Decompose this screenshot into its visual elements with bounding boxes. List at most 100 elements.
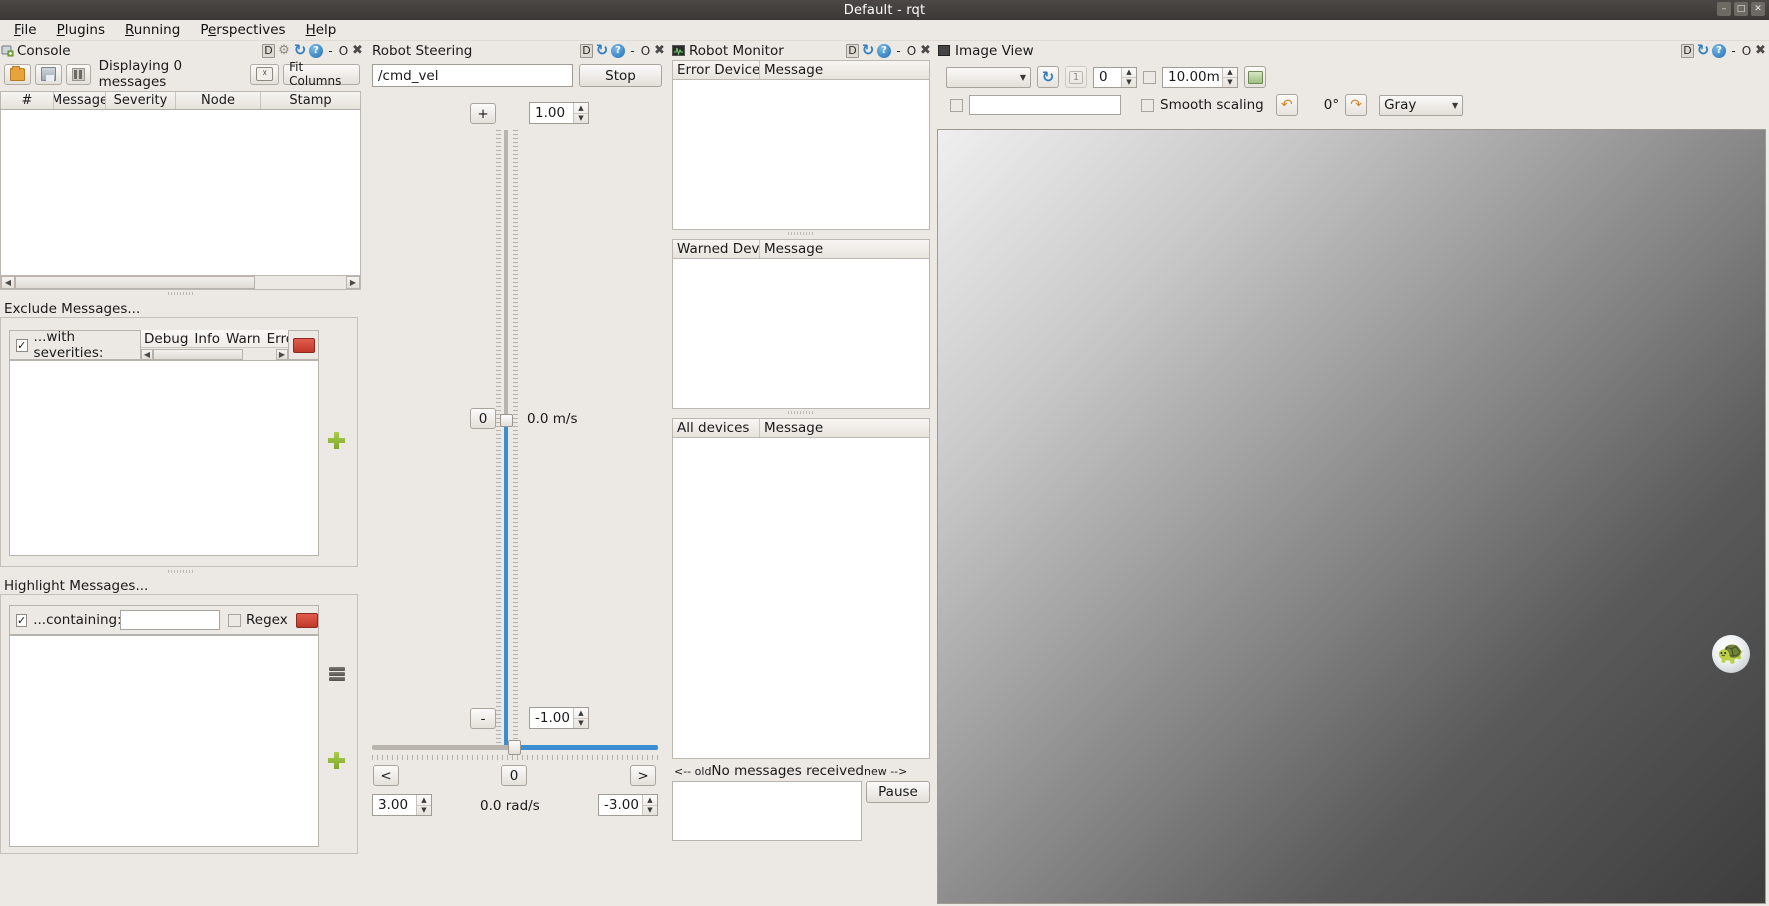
highlight-stack-button[interactable] [326,663,347,683]
cmd-vel-topic-input[interactable]: /cmd_vel [372,64,573,87]
publish-topic-input[interactable] [969,95,1121,115]
highlight-containing-checkbox[interactable]: ✓ [16,613,28,627]
severity-scroll-track[interactable] [153,348,276,360]
add-highlight-filter-button[interactable] [326,750,347,771]
save-image-button[interactable] [1244,66,1266,88]
frame-number-button[interactable]: 1 [1065,66,1087,88]
highlight-filter-list[interactable] [9,635,319,847]
error-device-column[interactable]: Error Device [673,61,760,79]
warned-message-column[interactable]: Message [760,240,929,258]
console-reload-icon[interactable]: ↻ [293,43,307,58]
monitor-splitter-1[interactable] [672,231,930,236]
exclude-filter-list[interactable] [9,360,319,556]
linear-max-down-arrow-icon[interactable]: ▼ [574,114,588,124]
console-clear-button[interactable]: ☓ [250,63,280,85]
image-refresh-button[interactable]: ↻ [1037,66,1059,88]
console-help-icon[interactable]: ? [309,43,323,58]
angular-slider-handle[interactable] [508,740,521,755]
image-index-down-arrow-icon[interactable]: ▼ [1122,78,1136,87]
angular-max-up-arrow-icon[interactable]: ▲ [417,795,431,806]
all-devices-list[interactable] [672,438,930,759]
rotate-ccw-button[interactable]: ↶ [1275,94,1298,116]
column-header-stamp[interactable]: Stamp [261,92,360,109]
steering-reload-icon[interactable]: ↻ [595,43,609,58]
scroll-right-arrow-icon[interactable]: ▶ [346,276,360,289]
image-canvas[interactable]: 🐢 [937,129,1766,904]
range-up-arrow-icon[interactable]: ▲ [1223,68,1237,78]
imageview-close-button[interactable]: ✖ [1754,44,1767,57]
scroll-track[interactable] [15,276,346,289]
imageview-help-icon[interactable]: ? [1712,43,1726,58]
monitor-titlebar[interactable]: Robot Monitor D ↻ ? - O ✖ [668,41,934,60]
monitor-help-icon[interactable]: ? [877,43,891,58]
all-devices-column[interactable]: All devices [673,419,760,437]
monitor-splitter-2[interactable] [672,410,930,415]
angular-max-down-arrow-icon[interactable]: ▼ [417,806,431,816]
steering-float-button[interactable]: O [640,45,651,57]
console-minimize-button[interactable]: - [325,45,336,57]
angular-min-up-arrow-icon[interactable]: ▲ [643,795,657,806]
monitor-dock-button[interactable]: D [846,43,859,58]
imageview-reload-icon[interactable]: ↻ [1696,43,1710,58]
window-close-button[interactable]: ✕ [1751,2,1765,16]
monitor-pause-button[interactable]: Pause [866,781,930,803]
monitor-timeline[interactable] [672,781,862,841]
angular-min-down-arrow-icon[interactable]: ▼ [643,806,657,816]
angular-left-button[interactable]: < [373,765,399,786]
exclude-severity-checkbox[interactable]: ✓ [16,338,28,352]
steering-dock-button[interactable]: D [580,43,593,58]
window-minimize-button[interactable]: – [1717,2,1731,16]
menu-running[interactable]: Running [117,20,188,40]
dynamic-range-checkbox[interactable] [1143,70,1156,84]
highlight-regex-checkbox[interactable] [228,613,241,627]
image-topic-combo[interactable]: ▼ [946,66,1031,88]
menu-help[interactable]: Help [298,20,345,40]
console-fit-columns-button[interactable]: Fit Columns [283,60,360,88]
all-devices-message-column[interactable]: Message [760,419,929,437]
monitor-reload-icon[interactable]: ↻ [861,43,875,58]
image-index-spinbox[interactable]: 0 ▲ ▼ [1093,66,1137,88]
linear-decrease-button[interactable]: - [470,708,496,729]
console-open-button[interactable] [4,63,31,85]
imageview-minimize-button[interactable]: - [1728,45,1739,57]
console-hscrollbar[interactable]: ◀ ▶ [0,275,361,290]
linear-slider-handle[interactable] [500,414,513,427]
steering-titlebar[interactable]: Robot Steering D ↻ ? - O ✖ [366,41,668,60]
severity-hscrollbar[interactable]: ◀ ▶ [141,347,288,360]
range-spinbox[interactable]: 10.00m ▲ ▼ [1162,66,1238,88]
severity-option-debug[interactable]: Debug [141,331,191,347]
linear-max-spinbox[interactable]: 1.00 ▲ ▼ [529,102,589,124]
rotate-cw-button[interactable]: ↷ [1345,94,1368,116]
remove-exclude-filter-button[interactable] [292,337,315,353]
monitor-close-button[interactable]: ✖ [919,44,932,57]
console-splitter-1[interactable] [0,291,361,296]
imageview-float-button[interactable]: O [1741,45,1752,57]
stop-button[interactable]: Stop [579,64,662,87]
linear-min-down-arrow-icon[interactable]: ▼ [574,719,588,729]
add-exclude-filter-button[interactable] [326,430,347,451]
menu-file[interactable]: FFileile [6,20,45,40]
column-header-node[interactable]: Node [176,92,261,109]
menu-perspectives[interactable]: Perspectives [192,20,293,40]
highlight-text-input[interactable] [120,610,220,630]
angular-max-spinbox[interactable]: 3.00 ▲ ▼ [372,794,432,816]
warned-devices-list[interactable] [672,259,930,409]
angular-velocity-slider[interactable] [372,740,658,760]
steering-minimize-button[interactable]: - [627,45,638,57]
severity-option-error[interactable]: Error [264,331,288,347]
linear-zero-button[interactable]: 0 [470,408,496,429]
warned-device-column[interactable]: Warned Device [673,240,760,258]
column-header-index[interactable]: # [1,92,54,109]
colormap-combo[interactable]: Gray ▼ [1379,94,1464,116]
severity-scroll-left-icon[interactable]: ◀ [141,348,153,360]
console-message-list[interactable] [0,110,361,275]
image-index-up-arrow-icon[interactable]: ▲ [1122,68,1136,78]
imageview-dock-button[interactable]: D [1681,43,1694,58]
publish-image-checkbox[interactable] [950,98,963,112]
console-save-button[interactable] [34,63,62,85]
linear-max-up-arrow-icon[interactable]: ▲ [574,103,588,114]
imageview-titlebar[interactable]: Image View D ↻ ? - O ✖ [934,41,1769,60]
linear-increase-button[interactable]: + [470,103,496,124]
linear-min-spinbox[interactable]: -1.00 ▲ ▼ [529,707,589,729]
steering-close-button[interactable]: ✖ [653,44,666,57]
